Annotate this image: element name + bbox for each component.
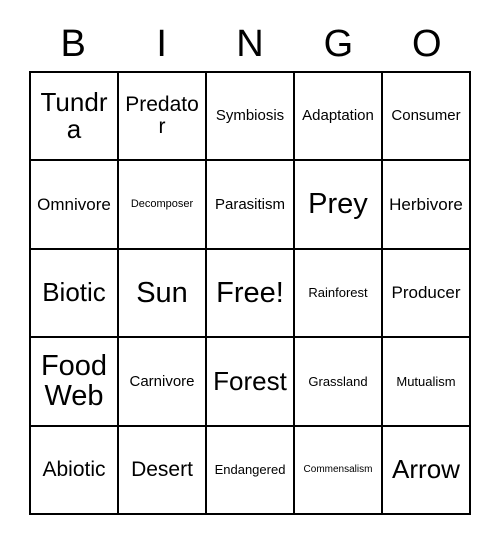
bingo-cell[interactable]: Adaptation [295,73,383,162]
bingo-cell[interactable]: Herbivore [383,161,471,250]
bingo-cell[interactable]: Sun [119,249,207,339]
bingo-cell[interactable]: Mutualism [383,338,471,427]
bingo-cell[interactable]: Omnivore [31,161,119,250]
bingo-cell[interactable]: Consumer [383,73,471,162]
bingo-header-letter-g: G [323,22,354,65]
bingo-cell[interactable]: Food Web [31,338,119,427]
bingo-cell[interactable]: Tundra [31,73,119,162]
bingo-cell-free-space[interactable]: Free! [207,249,295,339]
bingo-cell[interactable]: Carnivore [119,338,207,427]
bingo-row: Tundra Predator Symbiosis Adaptation Con… [31,73,471,162]
bingo-cell[interactable]: Predator [119,73,207,162]
bingo-header-letter-i: I [156,22,167,65]
bingo-cell[interactable]: Endangered [207,426,295,516]
bingo-row: Biotic Sun Free! Rainforest Producer [31,249,471,339]
bingo-header-letter-o: O [412,22,442,65]
bingo-header-letter-n: N [236,22,264,65]
bingo-row: Food Web Carnivore Forest Grassland Mutu… [31,338,471,427]
bingo-card: B I N G O Tundra Predator Symbiosis Adap… [0,0,500,544]
bingo-cell[interactable]: Grassland [295,338,383,427]
bingo-cell[interactable]: Biotic [31,249,119,339]
bingo-cell[interactable]: Prey [295,161,383,250]
bingo-cell[interactable]: Abiotic [31,426,119,516]
bingo-header: B I N G O [29,16,471,71]
bingo-cell[interactable]: Symbiosis [207,73,295,162]
bingo-header-letter-b: B [60,22,86,65]
bingo-row: Abiotic Desert Endangered Commensalism A… [31,426,471,516]
bingo-row: Omnivore Decomposer Parasitism Prey Herb… [31,161,471,250]
bingo-cell[interactable]: Parasitism [207,161,295,250]
bingo-cell[interactable]: Rainforest [295,249,383,339]
bingo-cell[interactable]: Desert [119,426,207,516]
bingo-cell[interactable]: Decomposer [119,161,207,250]
bingo-grid: Tundra Predator Symbiosis Adaptation Con… [29,71,471,516]
bingo-cell[interactable]: Producer [383,249,471,339]
bingo-cell[interactable]: Forest [207,338,295,427]
bingo-cell[interactable]: Arrow [383,426,471,516]
bingo-cell[interactable]: Commensalism [295,426,383,516]
